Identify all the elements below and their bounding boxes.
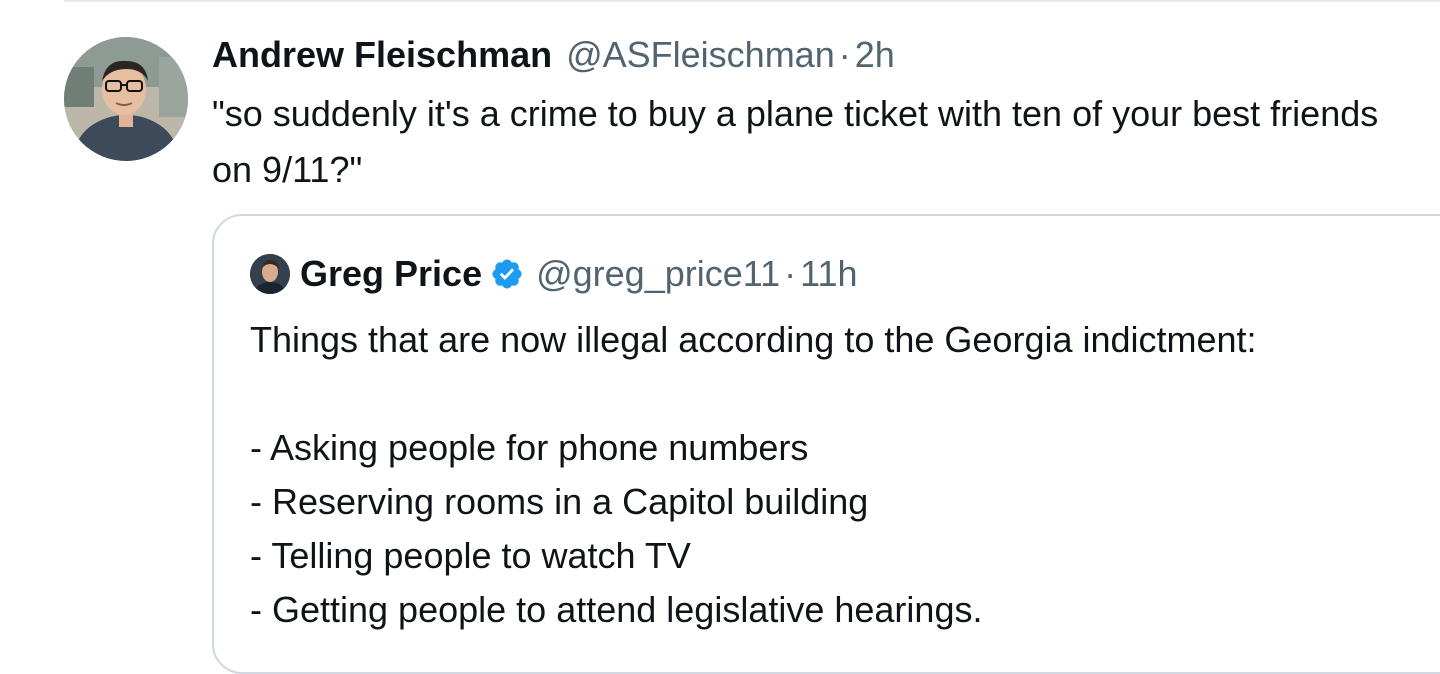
quoted-tweet-card[interactable]: Greg Price @greg_price11 · 11h Things th… bbox=[212, 214, 1440, 674]
list-item: - Asking people for phone numbers bbox=[250, 427, 809, 468]
list-item: - Getting people to attend legislative h… bbox=[250, 589, 983, 630]
quoted-tweet-intro: Things that are now illegal according to… bbox=[250, 319, 1257, 360]
quoted-author-display-name[interactable]: Greg Price bbox=[300, 253, 482, 295]
quoted-tweet-timestamp[interactable]: 11h bbox=[800, 253, 857, 295]
tweet-timestamp[interactable]: 2h bbox=[855, 34, 895, 76]
quoted-tweet-header: Greg Price @greg_price11 · 11h bbox=[250, 252, 858, 296]
list-item: - Reserving rooms in a Capitol building bbox=[250, 481, 869, 522]
author-display-name[interactable]: Andrew Fleischman bbox=[212, 34, 552, 76]
quoted-tweet-list: - Asking people for phone numbers - Rese… bbox=[250, 421, 1440, 637]
tweet[interactable]: Andrew Fleischman @ASFleischman · 2h "so… bbox=[0, 0, 1440, 674]
quoted-separator-dot: · bbox=[784, 253, 797, 294]
author-handle[interactable]: @ASFleischman bbox=[566, 34, 835, 76]
quoted-tweet-text: Things that are now illegal according to… bbox=[250, 313, 1440, 637]
separator-dot: · bbox=[838, 34, 851, 75]
tweet-header: Andrew Fleischman @ASFleischman · 2h bbox=[212, 32, 895, 78]
quoted-author-avatar-image bbox=[250, 254, 290, 294]
quoted-author-handle[interactable]: @greg_price11 bbox=[536, 253, 780, 295]
verified-badge-icon bbox=[492, 259, 522, 289]
author-avatar-image bbox=[64, 37, 188, 161]
author-avatar[interactable] bbox=[64, 37, 188, 161]
tweet-text: "so suddenly it's a crime to buy a plane… bbox=[212, 93, 1389, 190]
quoted-author-avatar[interactable] bbox=[250, 254, 290, 294]
list-item: - Telling people to watch TV bbox=[250, 535, 691, 576]
